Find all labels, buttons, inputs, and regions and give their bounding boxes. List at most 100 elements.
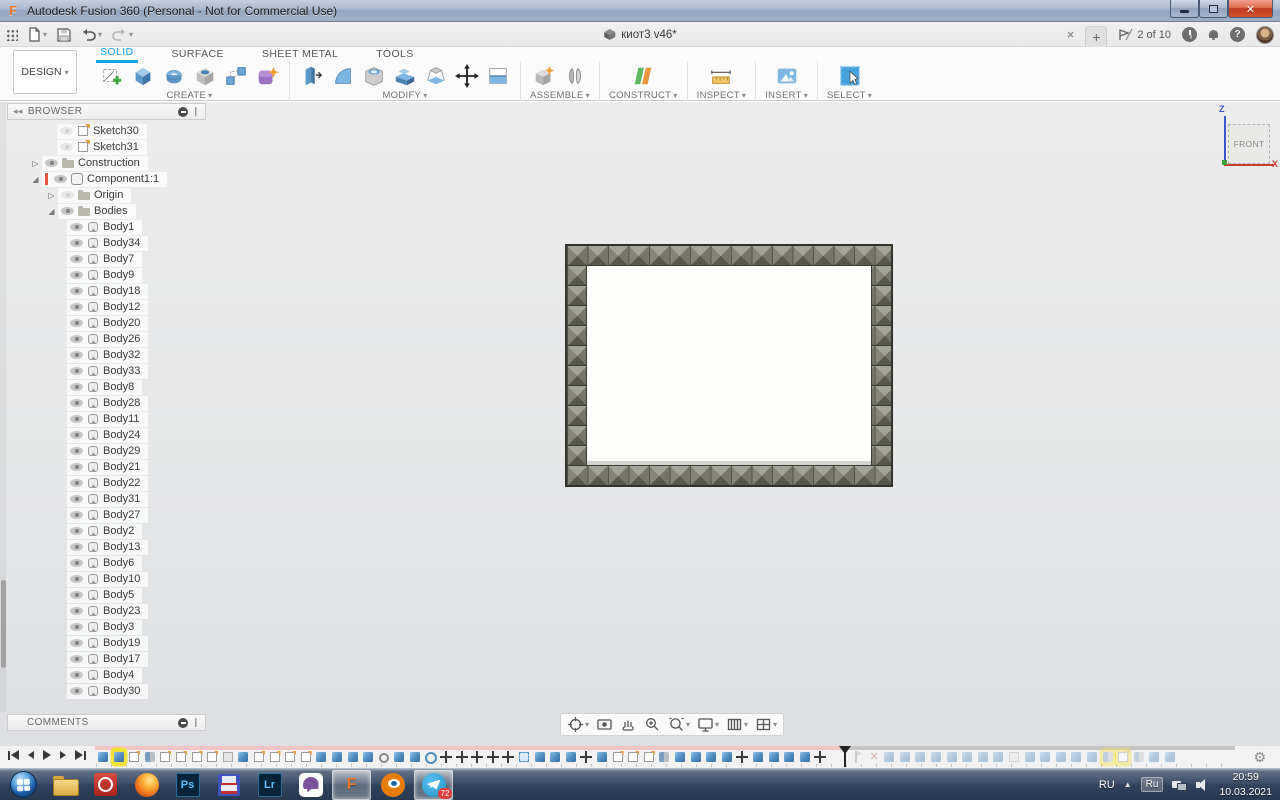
tab-tools[interactable]: TOOLS bbox=[372, 47, 417, 62]
step-back-button[interactable] bbox=[28, 751, 34, 759]
timeline-feature-icon[interactable] bbox=[534, 750, 546, 764]
notifications-bell-icon[interactable] bbox=[1208, 29, 1219, 40]
timeline-feature-icon[interactable] bbox=[658, 750, 670, 764]
visibility-eye-icon[interactable] bbox=[61, 191, 74, 199]
visibility-eye-icon[interactable] bbox=[70, 287, 83, 295]
keyboard-layout-indicator[interactable]: Ru bbox=[1140, 777, 1164, 792]
timeline-playhead[interactable] bbox=[839, 746, 851, 767]
timeline-feature-icon[interactable] bbox=[914, 750, 926, 764]
timeline-feature-icon[interactable] bbox=[899, 750, 911, 764]
hidden-icons-arrow-icon[interactable]: ▲ bbox=[1124, 780, 1132, 789]
timeline-feature-icon[interactable] bbox=[315, 750, 327, 764]
split-body-icon[interactable] bbox=[485, 63, 511, 89]
app-launcher-grid-icon[interactable] bbox=[6, 28, 18, 41]
panel-options-icon[interactable] bbox=[178, 106, 189, 117]
timeline-feature-icon[interactable] bbox=[783, 750, 795, 764]
timeline-feature-icon[interactable] bbox=[455, 750, 468, 764]
viewcube[interactable]: FRONT Z X bbox=[1208, 104, 1278, 172]
help-icon[interactable] bbox=[1230, 27, 1245, 42]
timeline-feature-icon[interactable] bbox=[627, 750, 639, 764]
taskbar-file-explorer[interactable] bbox=[45, 770, 84, 800]
timeline-feature-icon[interactable] bbox=[961, 750, 973, 764]
browser-tree-row[interactable]: Body10 bbox=[7, 571, 206, 587]
disclosure-triangle-icon[interactable] bbox=[45, 207, 58, 216]
timeline-feature-icon[interactable] bbox=[237, 750, 249, 764]
browser-scrollbar-thumb[interactable] bbox=[0, 580, 6, 668]
visibility-eye-icon[interactable] bbox=[70, 239, 83, 247]
collapse-panel-icon[interactable]: ◂◂ bbox=[13, 106, 23, 117]
timeline-feature-icon[interactable] bbox=[253, 750, 265, 764]
design-workspace-selector[interactable]: DESIGN bbox=[13, 50, 77, 94]
browser-scrollbar[interactable] bbox=[0, 102, 6, 712]
hole-icon[interactable] bbox=[192, 63, 218, 89]
network-tray-icon[interactable] bbox=[1172, 779, 1188, 791]
timeline-feature-icon[interactable] bbox=[378, 750, 390, 764]
close-document-tab-icon[interactable] bbox=[1067, 26, 1075, 44]
browser-tree-row[interactable]: Body2 bbox=[7, 523, 206, 539]
browser-tree-row[interactable]: Body27 bbox=[7, 507, 206, 523]
fillet-icon[interactable] bbox=[330, 63, 356, 89]
browser-tree-row[interactable]: Body31 bbox=[7, 491, 206, 507]
group-label-create[interactable]: CREATE bbox=[167, 90, 213, 101]
timeline-feature-icon[interactable] bbox=[486, 750, 499, 764]
timeline-feature-icon[interactable] bbox=[580, 750, 593, 764]
visibility-eye-icon[interactable] bbox=[70, 319, 83, 327]
revolve-icon[interactable] bbox=[161, 63, 187, 89]
timeline-feature-icon[interactable] bbox=[721, 750, 733, 764]
construction-plane-icon[interactable] bbox=[630, 63, 656, 89]
comments-panel-header[interactable]: COMMENTS ❙ bbox=[7, 714, 206, 731]
browser-tree-row[interactable]: Construction bbox=[7, 155, 206, 171]
visibility-eye-icon[interactable] bbox=[70, 399, 83, 407]
display-settings-icon[interactable] bbox=[697, 716, 719, 733]
visibility-eye-icon[interactable] bbox=[70, 271, 83, 279]
browser-tree-row[interactable]: Body12 bbox=[7, 299, 206, 315]
timeline-feature-icon[interactable] bbox=[300, 750, 312, 764]
recent-clock-icon[interactable] bbox=[1182, 27, 1197, 42]
taskbar-floppy-tool[interactable] bbox=[209, 770, 248, 800]
tab-surface[interactable]: SURFACE bbox=[168, 47, 228, 62]
browser-tree-row[interactable]: Body33 bbox=[7, 363, 206, 379]
timeline-feature-icon[interactable] bbox=[284, 750, 296, 764]
taskbar-firefox[interactable] bbox=[127, 770, 166, 800]
timeline-feature-icon[interactable] bbox=[852, 750, 864, 764]
minimize-button[interactable] bbox=[1170, 0, 1199, 18]
browser-tree-row[interactable]: Body32 bbox=[7, 347, 206, 363]
step-forward-button[interactable] bbox=[60, 751, 66, 759]
new-document-tab-button[interactable] bbox=[1085, 26, 1108, 47]
loft-icon[interactable] bbox=[423, 63, 449, 89]
timeline-feature-icon[interactable] bbox=[946, 750, 958, 764]
timeline-feature-icon[interactable] bbox=[674, 750, 686, 764]
create-sketch-icon[interactable] bbox=[99, 63, 125, 89]
browser-tree-row[interactable]: Body28 bbox=[7, 395, 206, 411]
browser-tree-row[interactable]: Sketch31 bbox=[7, 139, 206, 155]
visibility-eye-icon[interactable] bbox=[70, 415, 83, 423]
visibility-eye-icon[interactable] bbox=[70, 335, 83, 343]
visibility-eye-icon[interactable] bbox=[61, 207, 74, 215]
visibility-eye-icon[interactable] bbox=[70, 351, 83, 359]
pan-icon[interactable] bbox=[620, 716, 637, 733]
browser-tree-row[interactable]: Body1 bbox=[7, 219, 206, 235]
visibility-eye-icon[interactable] bbox=[45, 159, 58, 167]
timeline-feature-icon[interactable] bbox=[128, 750, 140, 764]
timeline-feature-icon[interactable] bbox=[565, 750, 577, 764]
viewcube-front-face[interactable]: FRONT bbox=[1228, 124, 1270, 164]
timeline-feature-icon[interactable] bbox=[471, 750, 484, 764]
timeline-feature-icon[interactable] bbox=[1070, 750, 1082, 764]
timeline-settings-gear-icon[interactable] bbox=[1253, 749, 1266, 765]
group-label-inspect[interactable]: INSPECT bbox=[697, 90, 747, 101]
timeline-feature-icon[interactable] bbox=[868, 750, 880, 764]
browser-tree-row[interactable]: Body11 bbox=[7, 411, 206, 427]
sweep-icon[interactable] bbox=[392, 63, 418, 89]
document-tab[interactable]: киот3 v46* bbox=[589, 22, 690, 47]
disclosure-triangle-icon[interactable] bbox=[29, 159, 42, 168]
visibility-eye-icon[interactable] bbox=[70, 255, 83, 263]
browser-tree-row[interactable]: Body13 bbox=[7, 539, 206, 555]
taskbar-telegram[interactable]: 72 bbox=[414, 769, 453, 800]
timeline-feature-icon[interactable] bbox=[549, 750, 561, 764]
go-to-start-button[interactable] bbox=[8, 750, 19, 760]
timeline-feature-icon[interactable] bbox=[144, 750, 156, 764]
visibility-eye-icon[interactable] bbox=[70, 367, 83, 375]
visibility-eye-icon[interactable] bbox=[70, 623, 83, 631]
timeline-feature-icon[interactable] bbox=[977, 750, 989, 764]
visibility-eye-icon[interactable] bbox=[70, 303, 83, 311]
